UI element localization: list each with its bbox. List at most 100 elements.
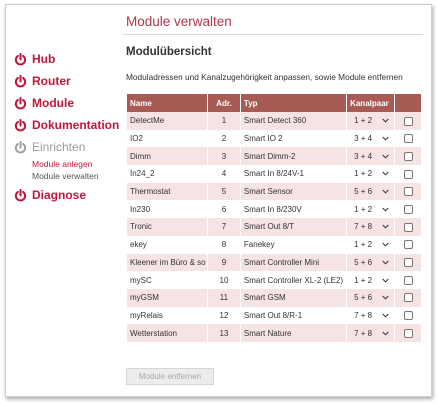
table-row: In24_2 4 Smart In 8/24V-1 1 + 2 [127,165,421,183]
module-type-cell: Smart Controller XL-2 (LE2) [240,271,347,289]
channel-pair-select[interactable]: 1 + 2 [347,271,395,289]
module-select-checkbox[interactable] [403,311,413,321]
module-select-checkbox[interactable] [403,204,413,214]
sidebar-subitem-module-verwalten[interactable]: Module verwalten [14,170,122,182]
module-type-cell: Fanekey [240,235,347,254]
module-type-cell: Smart Dimm-2 [240,147,347,166]
power-icon [14,188,27,201]
module-select-checkbox[interactable] [403,275,413,285]
module-select-checkbox[interactable] [403,134,413,144]
channel-pair-value: 5 + 6 [354,187,373,197]
module-type-cell: Smart Detect 360 [240,112,347,130]
channel-pair-select[interactable]: 1 + 2 [347,235,395,254]
module-address-cell: 4 [208,165,240,183]
module-type-cell: Smart In 8/24V-1 [240,165,347,183]
remove-modules-button[interactable]: Module entfernen [126,368,214,385]
table-row: IO2 2 Smart IO 2 3 + 4 [127,129,421,148]
channel-pair-select[interactable]: 1 + 2 [347,200,395,219]
channel-pair-select[interactable]: 5 + 6 [347,253,395,272]
table-row: Dimm 3 Smart Dimm-2 3 + 4 [127,147,421,166]
module-table: Name Adr. Typ Kanalpaar DetectMe 1 Smart D… [126,94,422,342]
module-address-cell: 9 [208,253,240,272]
channel-pair-value: 1 + 2 [354,204,373,214]
module-name-cell: DetectMe [127,112,207,130]
module-select-checkbox-cell [395,324,421,342]
chevron-down-icon [382,118,389,123]
table-row: Tronic 7 Smart Out 8/T 7 + 8 [127,218,421,236]
channel-pair-select[interactable]: 5 + 6 [347,288,395,307]
channel-pair-select[interactable]: 7 + 8 [347,324,395,342]
power-icon [14,140,27,153]
sidebar-item-diagnose[interactable]: Diagnose [14,184,122,206]
module-select-checkbox-cell [395,129,421,148]
module-select-checkbox[interactable] [403,258,413,268]
sidebar-item-label: Einrichten [32,140,86,154]
channel-pair-select[interactable]: 1 + 2 [347,165,395,183]
sidebar-item-module[interactable]: Module [14,92,122,114]
module-address-cell: 6 [208,200,240,219]
module-address-cell: 1 [208,112,240,130]
channel-pair-value: 5 + 6 [354,257,373,267]
module-select-checkbox[interactable] [403,328,413,338]
table-row: In230 6 Smart In 8/230V 1 + 2 [127,200,421,219]
sidebar-item-dokumentation[interactable]: Dokumentation [14,114,122,136]
module-address-cell: 12 [208,306,240,325]
module-select-checkbox-cell [395,165,421,183]
table-row: mySC 10 Smart Controller XL-2 (LE2) 1 + 2 [127,271,421,289]
channel-pair-value: 7 + 8 [354,222,373,232]
channel-pair-select[interactable]: 5 + 6 [347,182,395,201]
channel-pair-value: 3 + 4 [354,151,373,161]
chevron-down-icon [382,331,389,336]
module-name-cell: ekey [127,235,207,254]
module-name-cell: Thermostat [127,182,207,201]
module-select-checkbox-cell [395,147,421,166]
module-address-cell: 2 [208,129,240,148]
module-type-cell: Smart Controller Mini [240,253,347,272]
module-address-cell: 13 [208,324,240,342]
module-name-cell: mySC [127,271,207,289]
module-table-body: DetectMe 1 Smart Detect 360 1 + 2 IO2 2 Smart … [127,112,421,342]
module-type-cell: Smart Out 8/T [240,218,347,236]
module-select-checkbox[interactable] [403,240,413,250]
sidebar-item-einrichten[interactable]: Einrichten [14,136,122,158]
table-row: Wetterstation 13 Smart Nature 7 + 8 [127,324,421,342]
column-header-kanalpaar: Kanalpaar [347,94,395,112]
module-address-cell: 7 [208,218,240,236]
title-divider [123,34,423,35]
sidebar-item-label: Dokumentation [32,118,120,132]
module-select-checkbox[interactable] [403,116,413,126]
module-select-checkbox[interactable] [403,222,413,232]
sidebar-item-label: Hub [32,52,56,66]
module-select-checkbox[interactable] [403,293,413,303]
channel-pair-select[interactable]: 7 + 8 [347,218,395,236]
sidebar-item-hub[interactable]: Hub [14,48,122,70]
module-select-checkbox-cell [395,253,421,272]
module-name-cell: In230 [127,200,207,219]
module-type-cell: Smart IO 2 [240,129,347,148]
table-row: myGSM 11 Smart GSM 5 + 6 [127,288,421,307]
module-type-cell: Smart Out 8/R-1 [240,306,347,325]
power-icon [14,118,27,131]
chevron-down-icon [382,225,389,230]
chevron-down-icon [382,172,389,176]
column-header-select [395,94,421,112]
module-name-cell: IO2 [127,129,207,148]
channel-pair-select[interactable]: 7 + 8 [347,306,395,325]
sidebar-item-router[interactable]: Router [14,70,122,92]
module-type-cell: Smart GSM [240,288,347,307]
page-title: Module verwalten [126,14,232,29]
sidebar-item-label: Router [32,74,71,88]
channel-pair-select[interactable]: 1 + 2 [347,112,395,130]
module-select-checkbox[interactable] [403,169,413,179]
channel-pair-value: 1 + 2 [354,116,373,126]
module-address-cell: 5 [208,182,240,201]
channel-pair-select[interactable]: 3 + 4 [347,129,395,148]
module-type-cell: Smart Nature [240,324,347,342]
module-select-checkbox[interactable] [403,151,413,161]
module-select-checkbox[interactable] [403,187,413,197]
module-address-cell: 10 [208,271,240,289]
module-name-cell: Tronic [127,218,207,236]
sidebar-subitem-module-anlegen[interactable]: Module anlegen [14,158,122,170]
channel-pair-select[interactable]: 3 + 4 [347,147,395,166]
chevron-down-icon [382,207,389,212]
